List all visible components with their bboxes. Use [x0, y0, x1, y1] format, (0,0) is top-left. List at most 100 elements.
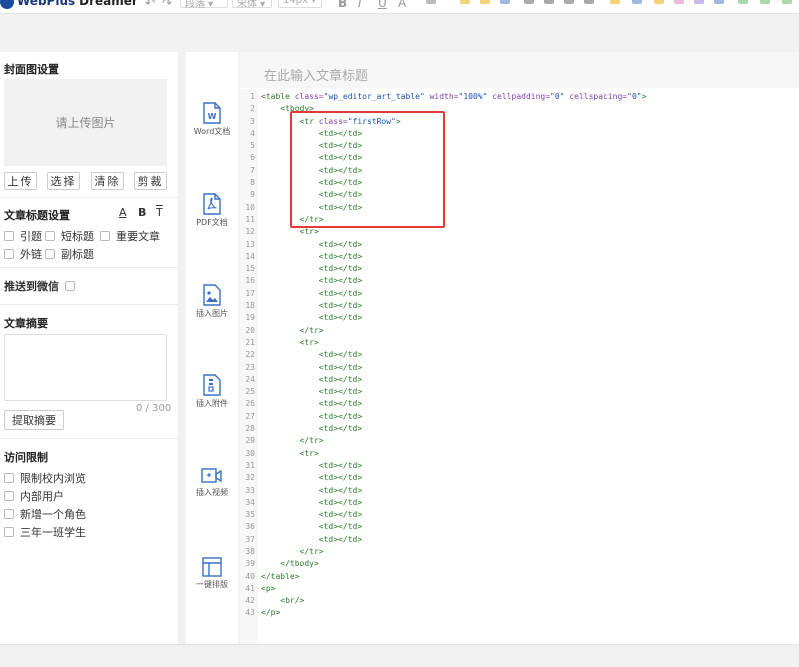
align-left-icon[interactable]	[524, 0, 534, 4]
insert-map-icon[interactable]	[714, 0, 724, 4]
code-line[interactable]: 23 <td></td>	[240, 362, 799, 374]
code-line[interactable]: 24 <td></td>	[240, 374, 799, 386]
insert-quote-icon[interactable]	[610, 0, 620, 4]
underline-icon[interactable]: U	[378, 0, 387, 10]
one-click-layout-button[interactable]: 一键排版	[186, 557, 238, 590]
font-family-select[interactable]: 宋体 ▾	[232, 0, 272, 10]
access-campus-only[interactable]: 限制校内浏览	[4, 470, 86, 486]
insert-template-icon[interactable]	[694, 0, 704, 4]
code-line[interactable]: 28 <td></td>	[240, 423, 799, 435]
insert-video-button[interactable]: 插入视频	[186, 467, 238, 498]
unlink-icon[interactable]	[480, 0, 490, 4]
code-line[interactable]: 18 <td></td>	[240, 300, 799, 312]
code-line[interactable]: 38 </tr>	[240, 546, 799, 558]
table-props-icon[interactable]	[760, 0, 770, 4]
checkbox[interactable]	[45, 249, 55, 259]
italic-icon[interactable]: I	[358, 0, 362, 10]
code-line[interactable]: 34 <td></td>	[240, 497, 799, 509]
highlight-color-icon[interactable]	[426, 0, 436, 4]
code-line[interactable]: 39 </tbody>	[240, 558, 799, 570]
bold-icon[interactable]: B	[338, 0, 347, 10]
insert-emoji-icon[interactable]	[654, 0, 664, 4]
checkbox[interactable]	[4, 491, 14, 501]
code-line[interactable]: 37 <td></td>	[240, 534, 799, 546]
push-wechat-option[interactable]: 推送到微信	[4, 278, 81, 294]
crop-button[interactable]: 剪裁	[134, 172, 167, 190]
align-center-icon[interactable]	[544, 0, 554, 4]
undo-icon[interactable]: ↶	[145, 0, 155, 10]
summary-textarea[interactable]	[4, 334, 167, 401]
code-line[interactable]: 40 </table>	[240, 571, 799, 583]
option-important-article[interactable]: 重要文章	[100, 228, 160, 244]
code-line[interactable]: 19 <td></td>	[240, 312, 799, 324]
checkbox[interactable]	[4, 527, 14, 537]
code-line[interactable]: 30 <tr>	[240, 448, 799, 460]
option-subtitle[interactable]: 副标题	[45, 246, 94, 262]
code-line[interactable]: 36 <td></td>	[240, 521, 799, 533]
checkbox[interactable]	[100, 231, 110, 241]
paragraph-select[interactable]: 段落 ▾	[180, 0, 228, 10]
font-color-icon[interactable]: A	[398, 0, 406, 10]
upload-button[interactable]: 上传	[4, 172, 37, 190]
extract-summary-button[interactable]: 提取摘要	[4, 410, 64, 430]
code-line[interactable]: 20 </tr>	[240, 325, 799, 337]
code-line[interactable]: 21 <tr>	[240, 337, 799, 349]
insert-special-icon[interactable]	[674, 0, 684, 4]
code-text: <tr>	[261, 448, 319, 458]
checkbox[interactable]	[4, 473, 14, 483]
checkbox[interactable]	[4, 249, 14, 259]
clear-button[interactable]: 清除	[91, 172, 124, 190]
import-pdf-button[interactable]: PDF文档	[186, 193, 238, 228]
article-title-input[interactable]: 在此输入文章标题	[240, 52, 799, 88]
code-line[interactable]: 33 <td></td>	[240, 485, 799, 497]
link-icon[interactable]	[460, 0, 470, 4]
cover-settings-title: 封面图设置	[4, 63, 59, 76]
top-toolbar: WebPlus Dreamer ↶ ↷ 段落 ▾ 宋体 ▾ 14px ▾ B I …	[0, 0, 799, 14]
access-internal-users[interactable]: 内部用户	[4, 488, 64, 504]
code-line[interactable]: 12 <tr>	[240, 226, 799, 238]
code-line[interactable]: 35 <td></td>	[240, 509, 799, 521]
settings-sidebar: 封面图设置 请上传图片 上传 选择 清除 剪裁 文章标题设置 A B T 引题 …	[0, 52, 178, 644]
code-line[interactable]: 25 <td></td>	[240, 386, 799, 398]
option-short-title[interactable]: 短标题	[45, 228, 94, 244]
code-line[interactable]: 41 <p>	[240, 583, 799, 595]
delete-table-icon[interactable]	[782, 0, 792, 4]
code-line[interactable]: 27 <td></td>	[240, 411, 799, 423]
checkbox[interactable]	[4, 231, 14, 241]
title-font-icon[interactable]: A	[119, 206, 127, 219]
import-word-button[interactable]: W Word文档	[186, 102, 238, 137]
code-line[interactable]: 26 <td></td>	[240, 398, 799, 410]
title-text-icon[interactable]: T	[156, 206, 163, 219]
insert-image-button[interactable]: 插入图片	[186, 284, 238, 319]
access-new-role[interactable]: 新增一个角色	[4, 506, 86, 522]
align-justify-icon[interactable]	[584, 0, 594, 4]
insert-attachment-button[interactable]: 插入附件	[186, 374, 238, 409]
code-line[interactable]: 43 </p>	[240, 607, 799, 619]
redo-icon[interactable]: ↷	[162, 0, 172, 10]
option-external-link[interactable]: 外链	[4, 246, 42, 262]
select-button[interactable]: 选择	[47, 172, 80, 190]
code-line[interactable]: 29 </tr>	[240, 435, 799, 447]
cover-upload-area[interactable]: 请上传图片	[4, 79, 167, 166]
code-line[interactable]: 32 <td></td>	[240, 472, 799, 484]
align-right-icon[interactable]	[564, 0, 574, 4]
code-line[interactable]: 15 <td></td>	[240, 263, 799, 275]
code-line[interactable]: 31 <td></td>	[240, 460, 799, 472]
code-line[interactable]: 13 <td></td>	[240, 239, 799, 251]
option-yinti[interactable]: 引题	[4, 228, 42, 244]
access-class-students[interactable]: 三年一班学生	[4, 524, 86, 540]
insert-table-icon[interactable]	[738, 0, 748, 4]
title-bold-icon[interactable]: B	[138, 206, 146, 219]
code-line[interactable]: 42 <br/>	[240, 595, 799, 607]
anchor-icon[interactable]	[500, 0, 510, 4]
checkbox[interactable]	[45, 231, 55, 241]
code-line[interactable]: 22 <td></td>	[240, 349, 799, 361]
push-wechat-checkbox[interactable]	[65, 281, 75, 291]
checkbox[interactable]	[4, 509, 14, 519]
font-size-select[interactable]: 14px ▾	[278, 0, 322, 8]
code-line[interactable]: 14 <td></td>	[240, 251, 799, 263]
insert-code-icon[interactable]	[632, 0, 642, 4]
code-line[interactable]: 17 <td></td>	[240, 288, 799, 300]
code-line[interactable]: 1 <table class="wp_editor_art_table" widt…	[240, 91, 799, 103]
code-line[interactable]: 16 <td></td>	[240, 275, 799, 287]
